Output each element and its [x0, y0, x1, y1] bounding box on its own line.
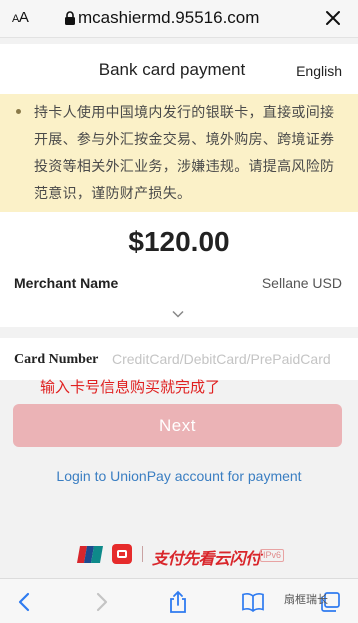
text-size-button[interactable]: AA: [12, 9, 29, 26]
url-text[interactable]: mcashiermd.95516.com: [78, 8, 259, 28]
watermark-text: 扇框瑞长: [284, 594, 328, 606]
next-button[interactable]: Next: [13, 404, 342, 447]
brand-logos: 支付先看云闪付 IPv6: [0, 540, 358, 570]
order-summary: $120.00 Merchant Name Sellane USD: [0, 212, 358, 327]
lock-icon: [65, 11, 75, 25]
cloud-quickpass-slogan: 支付先看云闪付: [152, 549, 261, 568]
language-switch[interactable]: English: [296, 63, 342, 79]
browser-url-bar: AA mcashiermd.95516.com: [0, 0, 358, 38]
forward-icon[interactable]: [89, 590, 113, 614]
unionpay-logo: [77, 546, 103, 563]
quickpass-logo: [112, 544, 132, 564]
back-icon[interactable]: [13, 590, 37, 614]
page-header: Bank card payment English: [0, 44, 358, 94]
card-number-label: Card Number: [14, 352, 99, 367]
ipv6-badge: IPv6: [260, 549, 285, 562]
risk-notice: 持卡人使用中国境内发行的银联卡，直接或间接开展、参与外汇按金交易、境外购房、跨境…: [0, 94, 358, 212]
card-number-input[interactable]: [112, 347, 348, 371]
notice-text: 持卡人使用中国境内发行的银联卡，直接或间接开展、参与外汇按金交易、境外购房、跨境…: [34, 104, 335, 201]
payment-amount: $120.00: [128, 226, 230, 257]
card-number-row: Card Number: [0, 338, 358, 380]
merchant-label: Merchant Name: [14, 275, 119, 291]
bookmarks-icon[interactable]: [241, 590, 265, 614]
bullet-icon: [16, 109, 21, 114]
browser-toolbar: 扇框瑞长: [0, 578, 358, 623]
annotation-text: 输入卡号信息购买就完成了: [40, 379, 221, 396]
close-icon[interactable]: [324, 9, 342, 27]
logo-divider: [142, 546, 143, 562]
share-icon[interactable]: [166, 590, 190, 614]
chevron-down-icon[interactable]: [172, 310, 184, 318]
unionpay-login-link[interactable]: Login to UnionPay account for payment: [0, 468, 358, 484]
merchant-value: Sellane USD: [261, 275, 342, 291]
